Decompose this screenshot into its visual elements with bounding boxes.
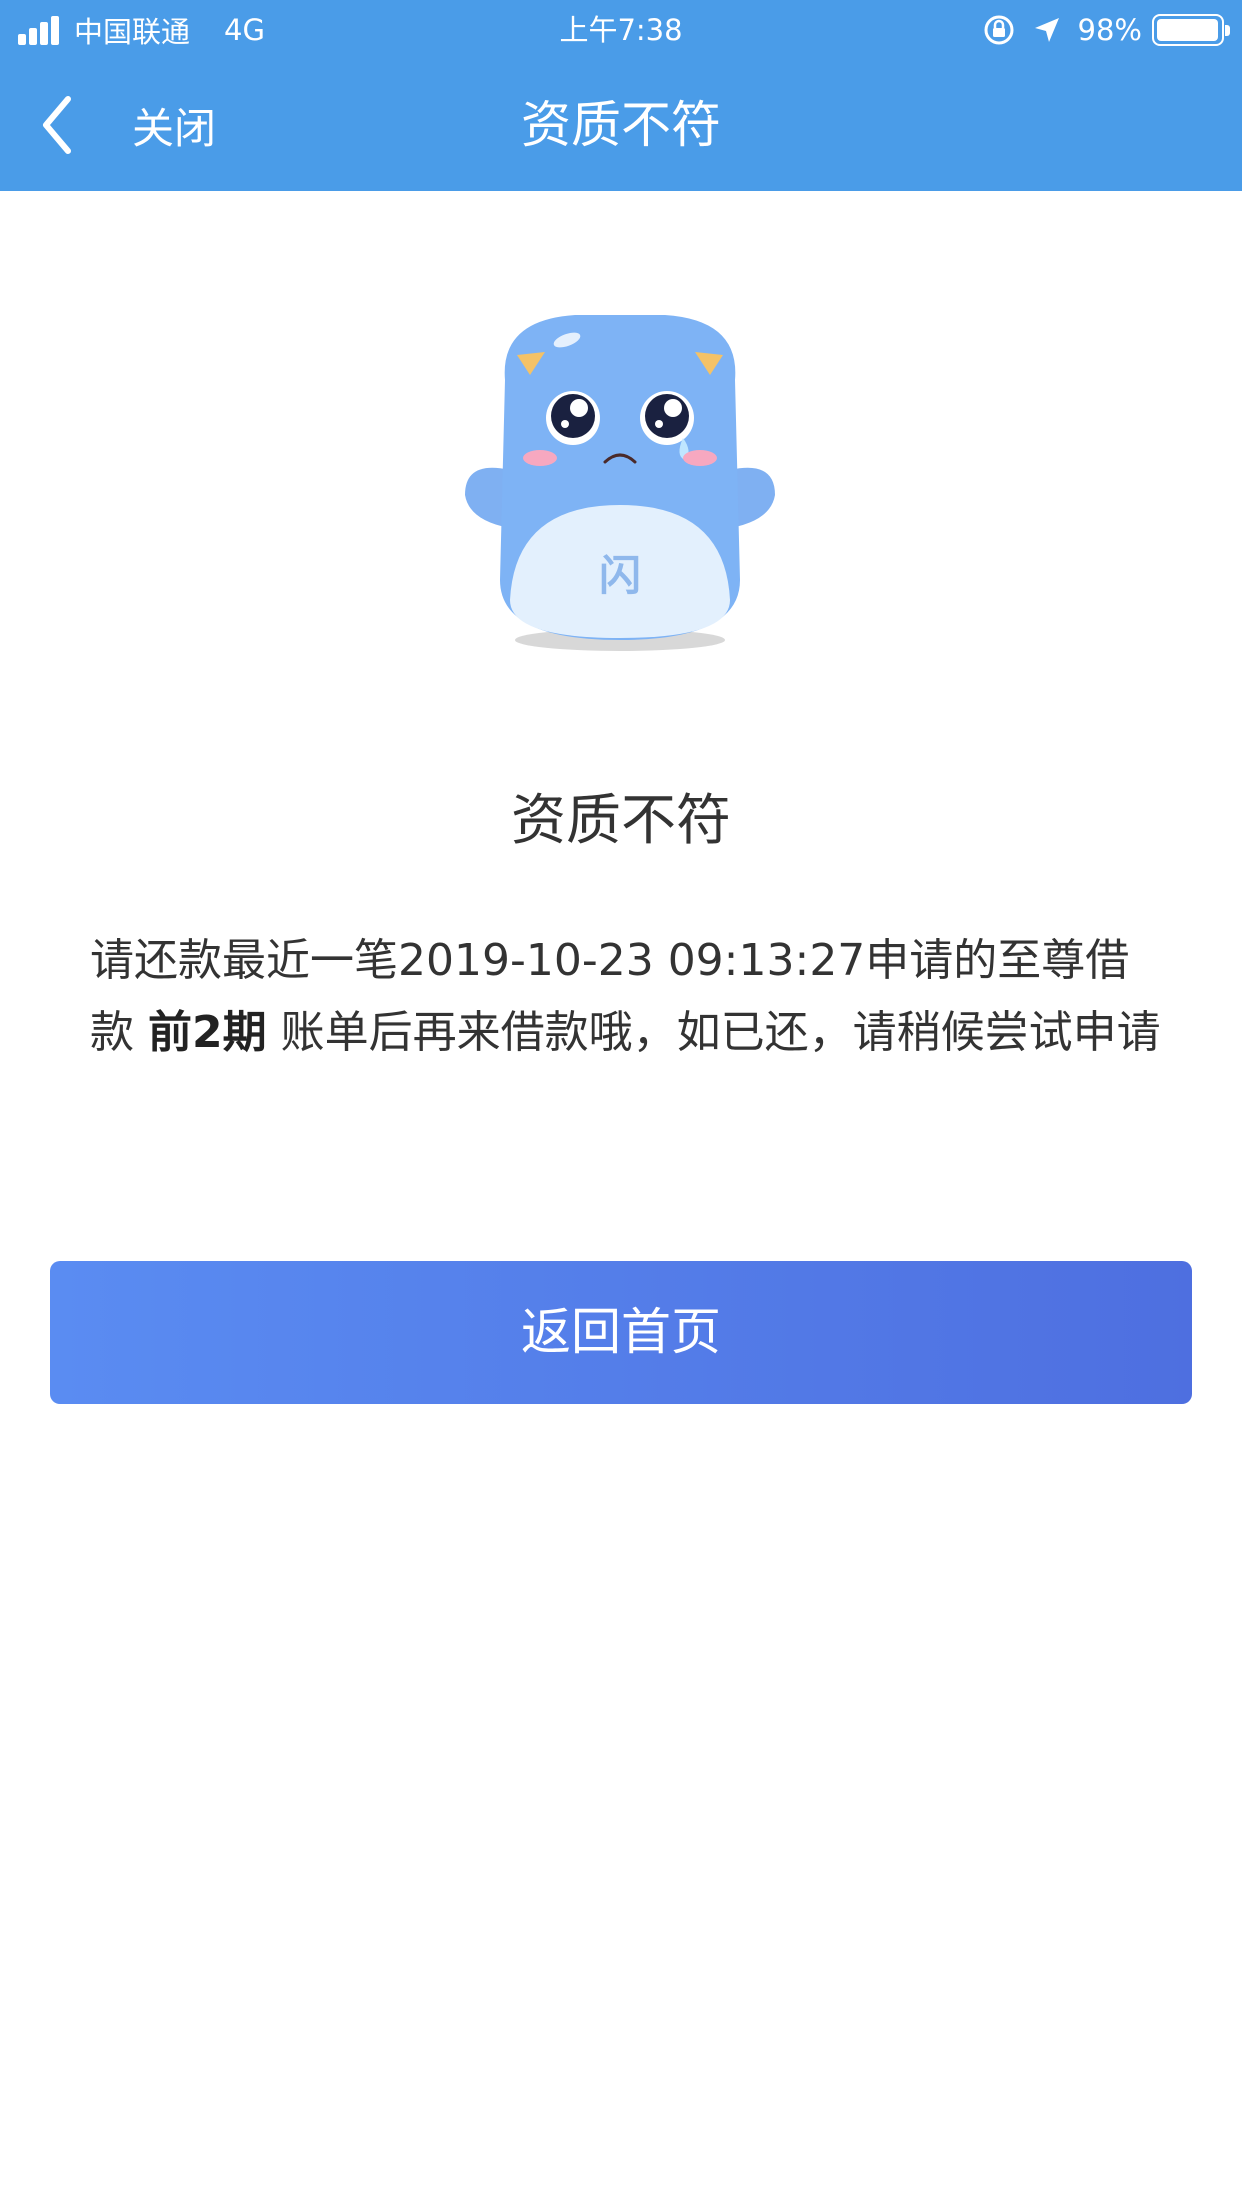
nav-bar: 关闭 资质不符 [0,60,1242,191]
header: 中国联通 4G 上午7:38 98% 关闭 资质不符 [0,0,1242,191]
result-message: 请还款最近一笔2019-10-23 09:13:27申请的至尊借款 前2期 账单… [90,925,1170,1069]
page-title: 资质不符 [521,96,721,154]
status-right: 98% [982,11,1230,49]
mascot-badge-text: 闪 [599,552,641,599]
battery-percent: 98% [1077,13,1142,47]
result-title: 资质不符 [510,788,731,852]
message-text-2: 账单后再来借款哦，如已还，请稍候尝试申请 [266,1007,1161,1058]
battery-tip [1225,25,1230,36]
mascot-illustration: 闪 [465,315,775,651]
battery-fill [1157,19,1218,41]
message-highlight: 前2期 [148,1007,267,1058]
status-bar: 中国联通 4G 上午7:38 98% [0,0,1242,60]
orientation-lock-icon [984,15,1014,45]
battery-icon [1152,14,1230,46]
return-home-button[interactable]: 返回首页 [50,1261,1192,1404]
location-arrow-icon [1034,18,1059,42]
